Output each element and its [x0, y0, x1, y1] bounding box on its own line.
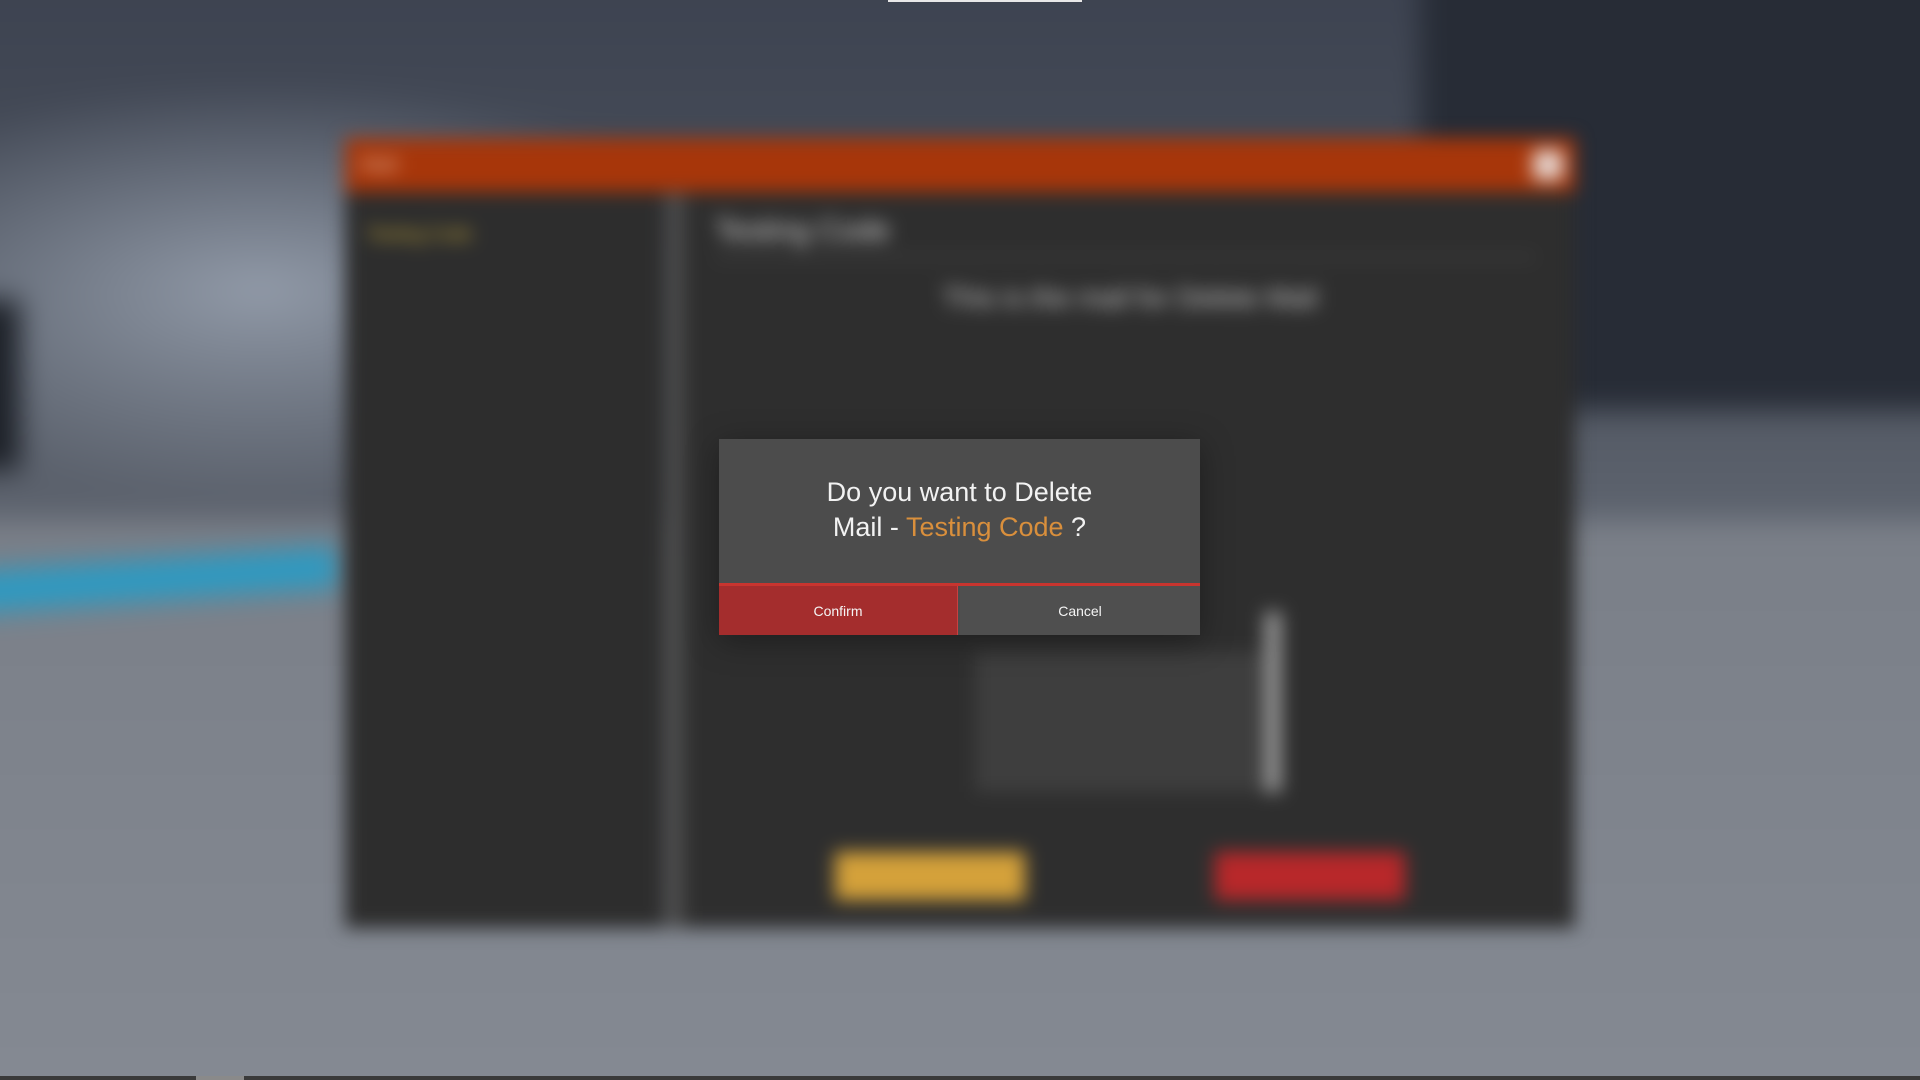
- top-indicator: [888, 0, 1082, 2]
- dialog-mail-name: Testing Code: [905, 512, 1064, 542]
- claim-button-blurred: [835, 852, 1025, 900]
- window-title: Mail: [361, 154, 398, 176]
- game-scene: Mail Testing Code Testing Code This is t…: [0, 0, 1920, 1080]
- bottom-bar: [0, 1076, 1920, 1080]
- mail-body: This is the mail for Delete Mail: [942, 282, 1318, 313]
- grid-scrollbar: [1265, 612, 1281, 792]
- mail-sidebar: Testing Code: [345, 192, 665, 928]
- dialog-message: Do you want to Delete Mail - Testing Cod…: [719, 475, 1200, 545]
- dialog-message-prefix: Mail -: [832, 512, 906, 542]
- mail-heading: Testing Code: [715, 214, 891, 247]
- sidebar-item-mail: Testing Code: [367, 224, 473, 244]
- item-grid: [975, 652, 1275, 792]
- dialog-message-line1: Do you want to Delete: [826, 477, 1093, 507]
- close-icon: [1533, 150, 1563, 180]
- world-dark-object: [0, 300, 20, 470]
- delete-confirm-dialog: Do you want to Delete Mail - Testing Cod…: [719, 439, 1200, 635]
- heading-rule: [715, 256, 1535, 258]
- delete-button-blurred: [1215, 852, 1405, 900]
- bottom-bar-marker: [196, 1076, 244, 1080]
- confirm-button[interactable]: Confirm: [719, 586, 958, 635]
- dialog-message-suffix: ?: [1063, 512, 1087, 542]
- window-titlebar: Mail: [345, 138, 1575, 192]
- cancel-button[interactable]: Cancel: [960, 586, 1200, 635]
- panel-divider: [667, 192, 685, 928]
